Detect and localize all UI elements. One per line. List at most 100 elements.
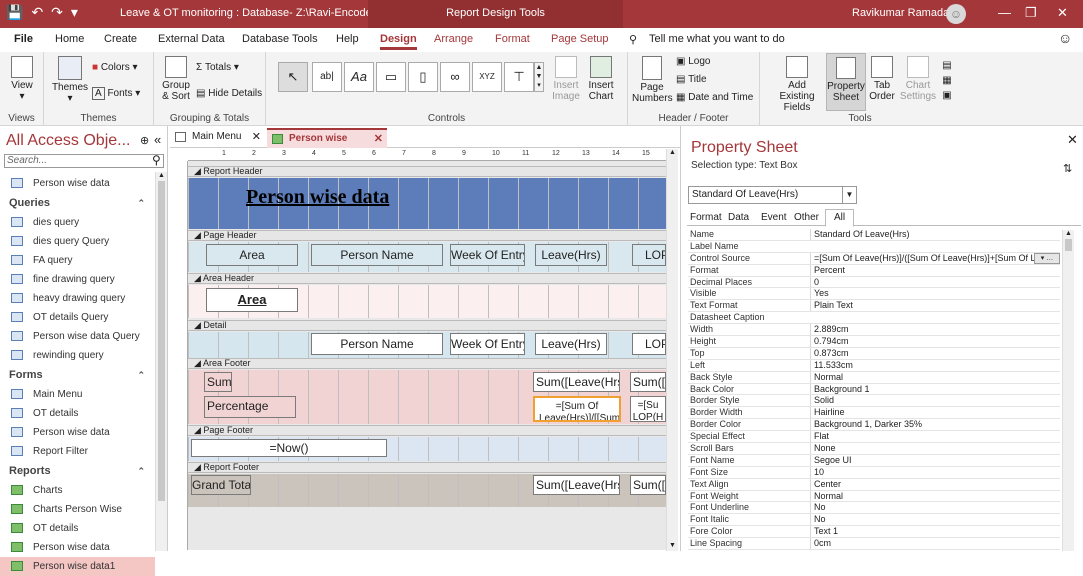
property-row[interactable]: Font Italic No	[688, 514, 1060, 527]
undo-icon[interactable]: ↶	[31, 4, 43, 21]
object-selector[interactable]: Standard Of Leave(Hrs) ▼	[688, 186, 857, 204]
property-value[interactable]: 10	[810, 466, 1060, 478]
property-value[interactable]: Normal	[810, 371, 1060, 383]
property-value[interactable]: 11.533cm	[810, 359, 1060, 371]
colors-button[interactable]: ■ Colors ▾	[92, 62, 138, 73]
section-detail[interactable]: ◢ Detail	[188, 320, 666, 331]
nav-item[interactable]: heavy drawing query	[0, 289, 155, 308]
scroll-thumb[interactable]	[1065, 239, 1072, 251]
nav-item[interactable]: Person wise data Query	[0, 327, 155, 346]
page-numbers-button[interactable]: Page Numbers	[632, 56, 673, 104]
detail-lop-field[interactable]: LOP	[632, 333, 666, 355]
area-footer-percentage-label[interactable]: Percentage	[204, 396, 296, 418]
textbox-control-icon[interactable]: ab|	[312, 62, 342, 92]
themes-button[interactable]: Themes ▾	[50, 56, 90, 104]
property-row[interactable]: Label Name	[688, 241, 1060, 253]
convert-icon[interactable]: ▣	[942, 90, 951, 101]
tab-create[interactable]: Create	[104, 33, 137, 45]
area-header-area-field[interactable]: Area	[206, 288, 298, 312]
property-value[interactable]: Percent	[810, 264, 1060, 276]
page-header-area-label[interactable]: Area	[206, 244, 298, 266]
report-footer-sum-leave-field[interactable]: Sum([Leave(Hrs)	[533, 475, 620, 495]
property-value[interactable]: None	[810, 443, 1060, 454]
section-page-footer[interactable]: ◢ Page Footer	[188, 425, 666, 436]
area-footer-lop-expr-field[interactable]: =[Su LOP(H	[630, 396, 666, 422]
property-row[interactable]: Back Style Normal	[688, 371, 1060, 384]
section-area-header[interactable]: ◢ Area Header	[188, 273, 666, 284]
chart-settings-button[interactable]: Chart Settings	[898, 56, 938, 102]
nav-category[interactable]: Reports ⌃	[0, 461, 155, 481]
tab-page-setup[interactable]: Page Setup	[551, 33, 609, 45]
group-sort-button[interactable]: Group & Sort	[158, 56, 194, 102]
tab-help[interactable]: Help	[336, 33, 359, 45]
customize-qat-icon[interactable]: ▾	[71, 4, 78, 21]
property-row[interactable]: Name Standard Of Leave(Hrs)	[688, 229, 1060, 241]
nav-scrollbar[interactable]: ▲	[155, 172, 167, 551]
tab-design[interactable]: Design	[380, 33, 417, 50]
property-value[interactable]: Yes	[810, 288, 1060, 300]
tab-file[interactable]: File	[14, 33, 33, 45]
nav-item[interactable]: Person wise data	[0, 423, 155, 442]
property-row[interactable]: Fore Color Text 1	[688, 526, 1060, 539]
close-pane-icon[interactable]: ✕	[1067, 132, 1078, 148]
page-header-week-label[interactable]: Week Of Entry	[450, 244, 525, 266]
tab-control-icon[interactable]: ▯	[408, 62, 438, 92]
property-row[interactable]: Line Spacing 0cm	[688, 538, 1060, 551]
doc-tab-person-wise-data1[interactable]: Person wise data1 ✕	[267, 128, 387, 162]
property-row[interactable]: Left 11.533cm	[688, 359, 1060, 372]
nav-item[interactable]: fine drawing query	[0, 270, 155, 289]
property-value[interactable]: Background 1, Darker 35%	[810, 419, 1060, 431]
nav-pane-title[interactable]: All Access Obje...	[6, 132, 131, 150]
page-header-person-label[interactable]: Person Name	[311, 244, 443, 266]
section-report-header[interactable]: ◢ Report Header	[188, 166, 666, 177]
property-row[interactable]: Font Underline No	[688, 502, 1060, 515]
nav-item[interactable]: Charts Person Wise	[0, 500, 155, 519]
tab-order-button[interactable]: Tab Order	[868, 56, 896, 102]
tab-format[interactable]: Format	[495, 33, 530, 45]
area-footer-sum-lop-field[interactable]: Sum([L	[630, 372, 666, 392]
report-title-label[interactable]: Person wise data	[246, 186, 389, 209]
scroll-thumb[interactable]	[158, 181, 165, 501]
property-value[interactable]: 2.889cm	[810, 324, 1060, 336]
user-name[interactable]: Ravikumar Ramadas	[852, 7, 955, 19]
title-button[interactable]: ▤ Title	[676, 74, 707, 85]
chevron-up-icon[interactable]: ⌃	[137, 365, 145, 385]
property-value[interactable]: 0cm	[810, 538, 1060, 550]
property-row[interactable]: Font Size 10	[688, 466, 1060, 479]
nav-item[interactable]: OT details	[0, 519, 155, 538]
hide-details-button[interactable]: ▤ Hide Details	[196, 88, 262, 99]
close-tab-icon[interactable]: ✕	[252, 128, 261, 146]
nav-item[interactable]: FA query	[0, 251, 155, 270]
scroll-up-icon[interactable]: ▲	[1063, 230, 1074, 237]
property-row[interactable]: Border Color Background 1, Darker 35%	[688, 419, 1060, 432]
nav-menu-icon[interactable]: ⊕	[140, 134, 149, 147]
insert-chart-button[interactable]: Insert Chart	[584, 56, 618, 102]
property-value[interactable]: Flat	[810, 431, 1060, 443]
property-value[interactable]: Background 1	[810, 383, 1060, 395]
detail-week-field[interactable]: Week Of Entry	[450, 333, 525, 355]
property-row[interactable]: Border Width Hairline	[688, 407, 1060, 420]
tab-external-data[interactable]: External Data	[158, 33, 225, 45]
property-row[interactable]: Format Percent	[688, 264, 1060, 277]
report-footer-sum-lop-field[interactable]: Sum([L	[630, 475, 666, 495]
nav-item[interactable]: dies query	[0, 213, 155, 232]
totals-button[interactable]: Σ Totals ▾	[196, 62, 239, 73]
property-row[interactable]: Text Format Plain Text	[688, 300, 1060, 313]
section-page-header[interactable]: ◢ Page Header	[188, 230, 666, 241]
property-row[interactable]: Decimal Places 0	[688, 276, 1060, 289]
property-value[interactable]: Standard Of Leave(Hrs)	[810, 229, 1060, 240]
view-button[interactable]: View ▾	[5, 56, 39, 102]
controls-scroll[interactable]: ▲ ▼ ▾	[534, 62, 544, 92]
nav-item[interactable]: OT details	[0, 404, 155, 423]
hyperlink-control-icon[interactable]: ∞	[440, 62, 470, 92]
property-row[interactable]: Datasheet Caption	[688, 312, 1060, 325]
property-tab-all[interactable]: All	[825, 209, 855, 227]
design-scrollbar[interactable]: ▲ ▼	[666, 149, 678, 551]
property-value[interactable]: Normal	[810, 490, 1060, 502]
nav-category[interactable]: Queries ⌃	[0, 193, 155, 213]
property-sheet-button[interactable]: Property Sheet	[826, 53, 866, 111]
date-time-button[interactable]: ▦ Date and Time	[676, 92, 753, 103]
tab-home[interactable]: Home	[55, 33, 84, 45]
builder-button[interactable]: ▾ …	[1034, 252, 1060, 264]
page-header-lop-label[interactable]: LOP	[632, 244, 666, 266]
